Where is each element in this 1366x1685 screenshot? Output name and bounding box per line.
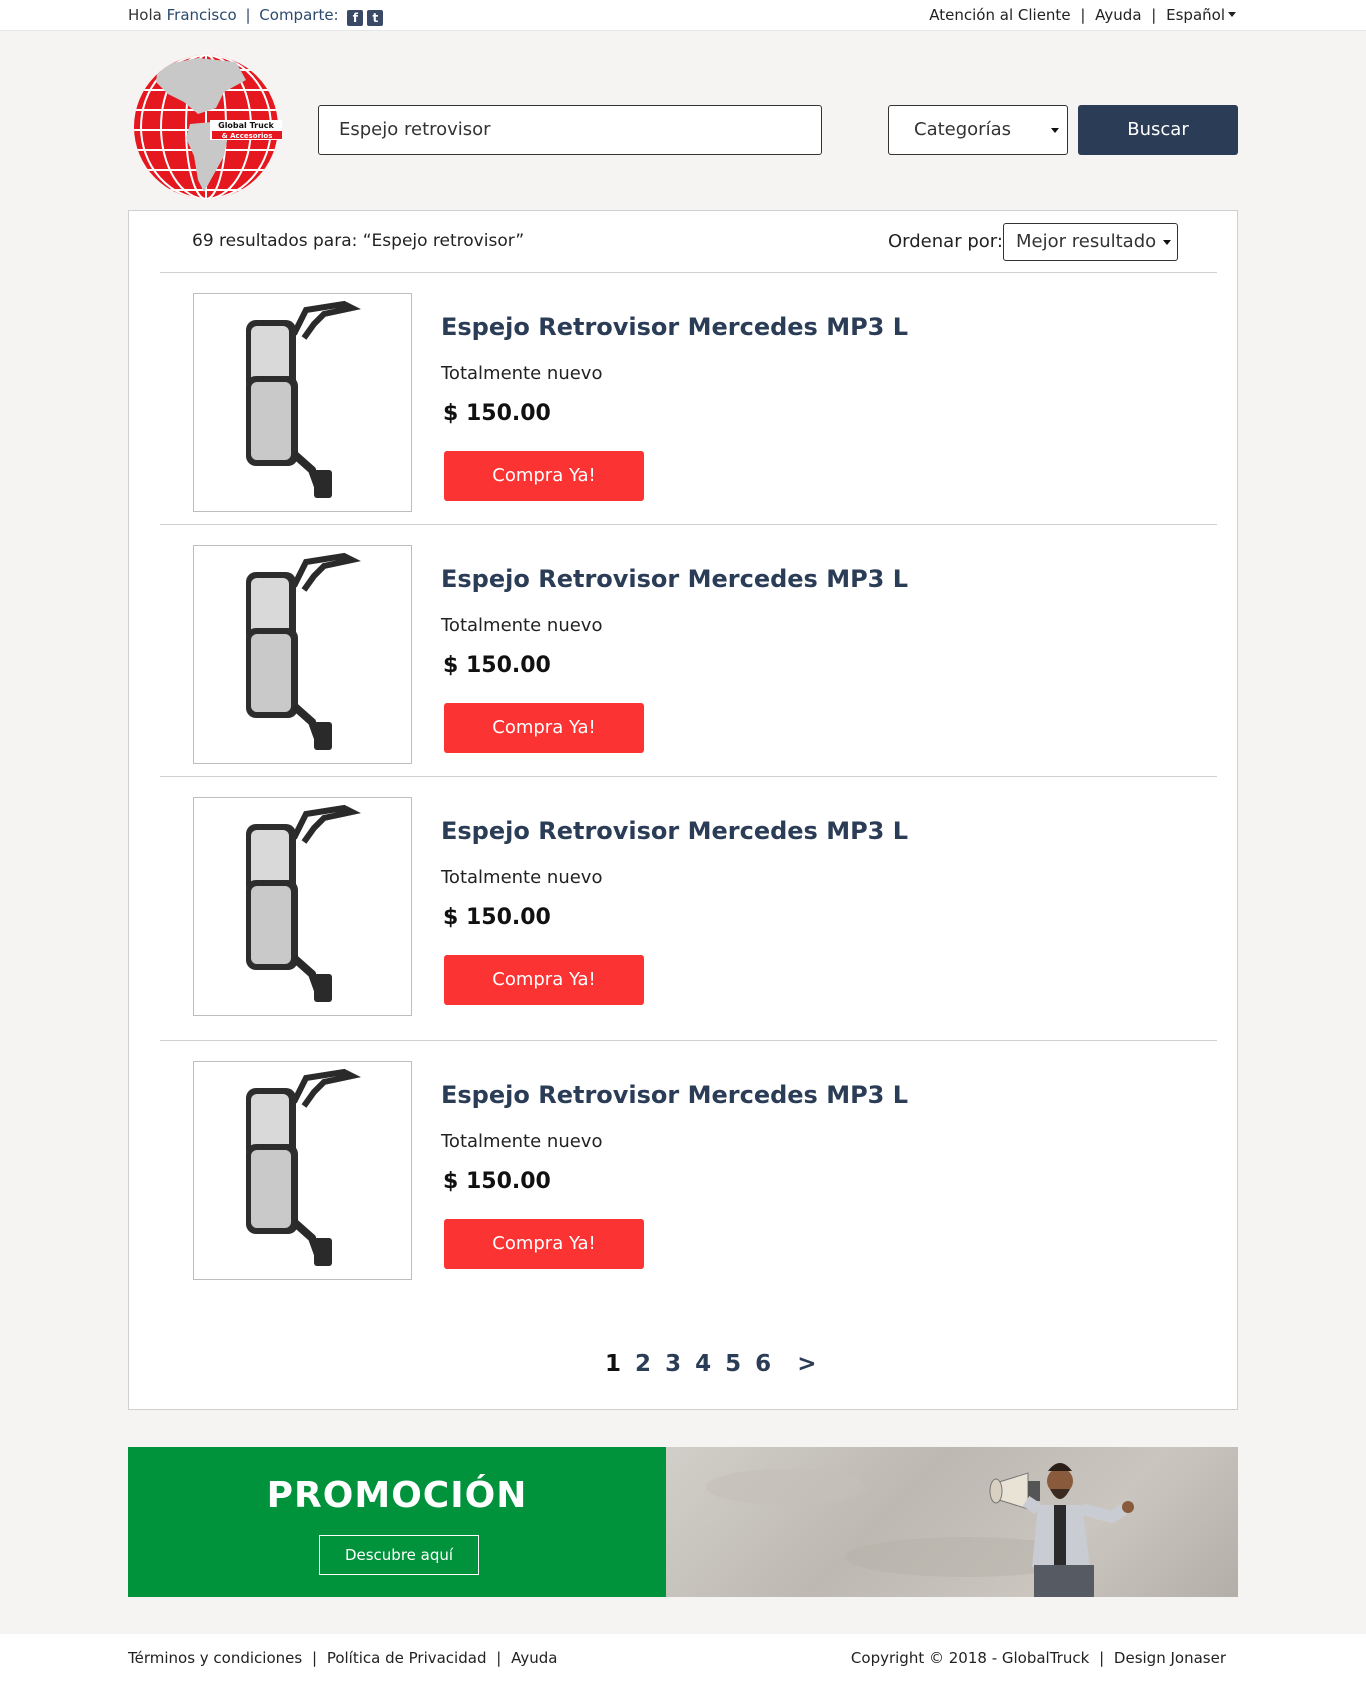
product-title[interactable]: Espejo Retrovisor Mercedes MP3 L	[441, 817, 908, 845]
mirror-image-icon	[246, 552, 361, 750]
separator: |	[311, 1649, 318, 1667]
results-panel: 69 resultados para: “Espejo retrovisor” …	[128, 210, 1238, 1410]
mirror-image-icon	[246, 804, 361, 1002]
logo-text-1: Global Truck	[218, 121, 274, 130]
privacy-link[interactable]: Política de Privacidad	[327, 1649, 487, 1667]
caret-down-icon	[1163, 240, 1171, 245]
mirror-image-icon	[246, 1068, 361, 1266]
divider	[160, 524, 1217, 525]
divider	[160, 776, 1217, 777]
copyright-text: Copyright © 2018 - GlobalTruck	[850, 1649, 1090, 1667]
sort-value: Mejor resultado	[1016, 231, 1157, 252]
separator: |	[496, 1649, 502, 1667]
product-price: $ 150.00	[443, 905, 551, 930]
category-select[interactable]: Categorías	[888, 105, 1068, 155]
footer: Términos y condiciones | Política de Pri…	[0, 1634, 1366, 1685]
footer-help-link[interactable]: Ayuda	[511, 1649, 557, 1667]
buy-now-button[interactable]: Compra Ya!	[444, 703, 644, 753]
terms-link[interactable]: Términos y condiciones	[128, 1649, 302, 1667]
promo-title: PROMOCIÓN	[266, 1475, 528, 1516]
product-card: Espejo Retrovisor Mercedes MP3 L Totalme…	[129, 293, 1237, 523]
topbar-right: Atención al Cliente | Ayuda | Español	[929, 6, 1236, 24]
product-title[interactable]: Espejo Retrovisor Mercedes MP3 L	[441, 1081, 908, 1109]
promo-panel: PROMOCIÓN Descubre aquí	[128, 1447, 666, 1597]
twitter-icon[interactable]: t	[367, 10, 384, 26]
customer-service-link[interactable]: Atención al Cliente	[929, 6, 1070, 24]
promo-banner: PROMOCIÓN Descubre aquí	[128, 1447, 1238, 1597]
separator: |	[1151, 6, 1157, 24]
buy-now-button[interactable]: Compra Ya!	[444, 1219, 644, 1269]
sort-select[interactable]: Mejor resultado	[1003, 223, 1178, 261]
footer-links: Términos y condiciones | Política de Pri…	[128, 1649, 557, 1667]
product-price: $ 150.00	[443, 1169, 551, 1194]
globe-logo-icon: Global Truck & Accesorios	[134, 55, 282, 199]
facebook-icon[interactable]: f	[347, 10, 364, 26]
page-5-link[interactable]: 5	[725, 1351, 741, 1377]
page-6-link[interactable]: 6	[755, 1351, 771, 1377]
share-label: Comparte:	[259, 6, 339, 24]
product-condition: Totalmente nuevo	[441, 1131, 603, 1152]
page-2-link[interactable]: 2	[635, 1351, 651, 1377]
page-3-link[interactable]: 3	[665, 1351, 681, 1377]
help-link[interactable]: Ayuda	[1095, 6, 1141, 24]
separator: |	[1099, 1649, 1105, 1667]
promo-discover-button[interactable]: Descubre aquí	[319, 1535, 479, 1575]
product-card: Espejo Retrovisor Mercedes MP3 L Totalme…	[129, 797, 1237, 1027]
separator: |	[1080, 6, 1086, 24]
buy-now-button[interactable]: Compra Ya!	[444, 955, 644, 1005]
product-price: $ 150.00	[443, 401, 551, 426]
sort-label: Ordenar por:	[888, 231, 1003, 252]
product-title[interactable]: Espejo Retrovisor Mercedes MP3 L	[441, 313, 908, 341]
man-with-megaphone-icon	[706, 1463, 1134, 1597]
divider	[160, 272, 1217, 273]
product-image[interactable]	[193, 293, 412, 512]
greeting-text: Hola	[128, 6, 162, 24]
top-bar: Hola Francisco | Comparte: ft Atención a…	[0, 0, 1366, 31]
logo-text-2: & Accesorios	[222, 132, 273, 140]
logo[interactable]: Global Truck & Accesorios	[128, 52, 284, 202]
language-label: Español	[1166, 6, 1225, 24]
product-image[interactable]	[193, 1061, 412, 1280]
caret-down-icon	[1051, 128, 1059, 133]
product-condition: Totalmente nuevo	[441, 615, 603, 636]
category-label: Categorías	[914, 119, 1011, 140]
caret-down-icon	[1228, 12, 1236, 17]
product-title[interactable]: Espejo Retrovisor Mercedes MP3 L	[441, 565, 908, 593]
search-button[interactable]: Buscar	[1078, 105, 1238, 155]
promo-image	[666, 1447, 1238, 1597]
product-price: $ 150.00	[443, 653, 551, 678]
user-name-link[interactable]: Francisco	[167, 6, 237, 24]
language-select[interactable]: Español	[1166, 6, 1236, 24]
search-input[interactable]: Espejo retrovisor	[318, 105, 822, 155]
product-card: Espejo Retrovisor Mercedes MP3 L Totalme…	[129, 1061, 1237, 1291]
pagination: 1 2 3 4 5 6 >	[605, 1351, 822, 1377]
mirror-image-icon	[246, 300, 361, 498]
next-page-link[interactable]: >	[797, 1351, 816, 1377]
separator: |	[245, 6, 251, 24]
buy-now-button[interactable]: Compra Ya!	[444, 451, 644, 501]
product-image[interactable]	[193, 797, 412, 1016]
results-count: 69 resultados para: “Espejo retrovisor”	[192, 231, 525, 251]
product-card: Espejo Retrovisor Mercedes MP3 L Totalme…	[129, 545, 1237, 775]
page-4-link[interactable]: 4	[695, 1351, 711, 1377]
product-condition: Totalmente nuevo	[441, 867, 603, 888]
page-1-link[interactable]: 1	[605, 1351, 621, 1377]
product-condition: Totalmente nuevo	[441, 363, 603, 384]
product-image[interactable]	[193, 545, 412, 764]
topbar-left: Hola Francisco | Comparte: ft	[128, 6, 384, 26]
footer-copyright: Copyright © 2018 - GlobalTruck | Design …	[851, 1649, 1226, 1667]
design-credit-link[interactable]: Design Jonaser	[1114, 1649, 1226, 1667]
divider	[160, 1040, 1217, 1041]
